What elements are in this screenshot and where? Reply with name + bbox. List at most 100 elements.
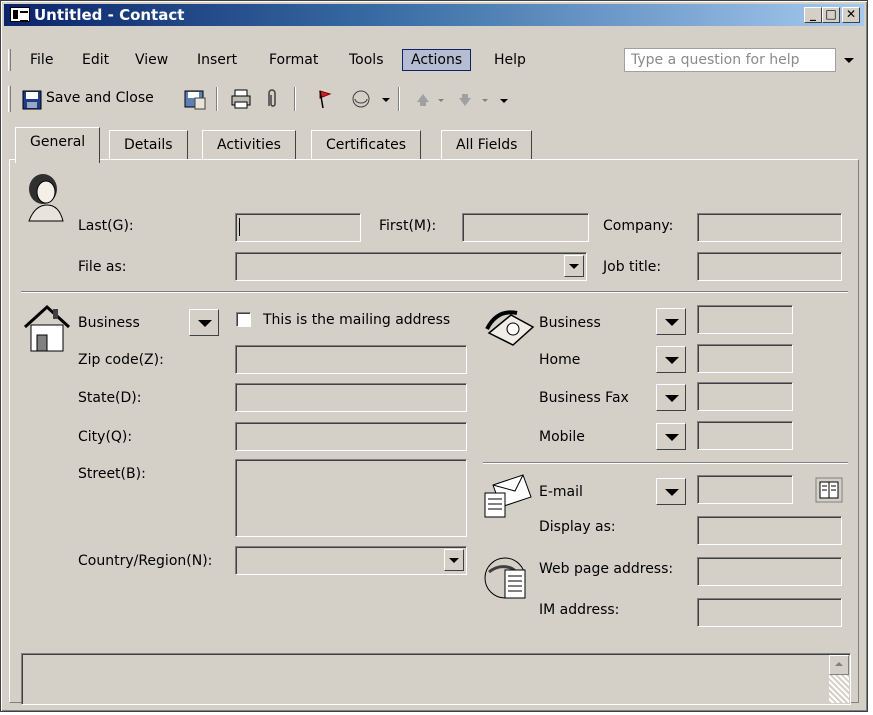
menu-view[interactable]: View xyxy=(135,52,168,68)
notes-scrollbar[interactable] xyxy=(829,655,849,703)
maximize-button[interactable]: □ xyxy=(822,7,840,23)
country-region-label: Country/Region(N): xyxy=(78,553,213,569)
address-type-dropdown-button[interactable] xyxy=(189,309,219,336)
state-label: State(D): xyxy=(78,390,142,406)
email-envelope-icon xyxy=(484,474,532,518)
save-and-close-button[interactable]: Save and Close xyxy=(22,89,162,111)
file-as-combo[interactable] xyxy=(235,252,587,281)
job-title-input[interactable] xyxy=(697,252,842,281)
title-bar[interactable]: Untitled - Contact _ □ ✕ xyxy=(4,4,864,26)
menubar-grip[interactable] xyxy=(8,49,11,71)
telephone-icon xyxy=(485,310,535,346)
phone-mobile-label: Mobile xyxy=(539,429,585,445)
address-book-button[interactable] xyxy=(815,477,843,503)
save-as-contact-icon[interactable] xyxy=(184,88,206,110)
next-item-icon[interactable] xyxy=(456,91,474,109)
city-input[interactable] xyxy=(235,422,467,451)
help-dropdown-icon[interactable] xyxy=(844,58,854,63)
tab-activities[interactable]: Activities xyxy=(202,130,296,160)
web-page-icon xyxy=(484,557,526,599)
printer-icon[interactable] xyxy=(230,88,252,110)
job-title-label: Job title: xyxy=(603,259,662,275)
follow-up-flag-icon[interactable] xyxy=(316,88,334,110)
phone-business-fax-dropdown-button[interactable] xyxy=(656,384,686,411)
phone-home-input[interactable] xyxy=(697,344,793,373)
notes-textarea[interactable] xyxy=(21,653,851,705)
menu-format[interactable]: Format xyxy=(269,52,318,68)
section-divider xyxy=(21,291,848,293)
tab-all-fields[interactable]: All Fields xyxy=(441,130,533,160)
previous-item-icon[interactable] xyxy=(414,91,432,109)
phone-email-divider xyxy=(483,462,848,464)
paperclip-icon[interactable] xyxy=(264,88,280,110)
file-as-dropdown-icon[interactable] xyxy=(564,255,584,277)
mailing-address-label: This is the mailing address xyxy=(263,312,451,328)
address-type-label: Business xyxy=(78,315,140,331)
next-dropdown-icon[interactable] xyxy=(482,99,488,102)
first-name-input[interactable] xyxy=(462,213,589,242)
phone-mobile-dropdown-button[interactable] xyxy=(656,423,686,450)
phone-business-fax-label: Business Fax xyxy=(539,390,629,406)
close-button[interactable]: ✕ xyxy=(842,7,860,23)
floppy-disk-icon xyxy=(22,90,42,110)
activities-icon[interactable] xyxy=(350,88,376,110)
menu-tools[interactable]: Tools xyxy=(349,52,384,68)
window-title: Untitled - Contact xyxy=(34,6,185,24)
house-address-icon xyxy=(23,304,71,352)
display-as-label: Display as: xyxy=(539,519,616,535)
scroll-up-arrow-icon xyxy=(835,662,843,666)
company-label: Company: xyxy=(603,218,674,234)
toolbar-grip[interactable] xyxy=(8,86,11,112)
tab-details[interactable]: Details xyxy=(109,130,188,160)
first-name-label: First(M): xyxy=(379,218,437,234)
phone-business-label: Business xyxy=(539,315,601,331)
text-caret xyxy=(239,218,240,236)
menu-insert[interactable]: Insert xyxy=(197,52,237,68)
state-input[interactable] xyxy=(235,383,467,412)
toolbar-separator xyxy=(398,87,400,111)
phone-home-dropdown-button[interactable] xyxy=(656,346,686,373)
street-label: Street(B): xyxy=(78,466,146,482)
web-page-address-input[interactable] xyxy=(697,557,842,586)
save-and-close-label: Save and Close xyxy=(46,90,154,106)
menu-file[interactable]: File xyxy=(30,52,53,68)
last-name-input[interactable] xyxy=(235,213,361,242)
toolbar: Save and Close xyxy=(4,81,866,117)
minimize-button[interactable]: _ xyxy=(804,7,822,23)
tab-certificates[interactable]: Certificates xyxy=(311,130,422,160)
menu-help[interactable]: Help xyxy=(494,52,526,68)
web-page-address-label: Web page address: xyxy=(539,561,674,577)
street-input[interactable] xyxy=(235,459,467,537)
tab-general[interactable]: General xyxy=(15,127,101,163)
scroll-up-button[interactable] xyxy=(829,655,849,675)
company-input[interactable] xyxy=(697,213,842,242)
im-address-input[interactable] xyxy=(697,598,842,627)
phone-business-dropdown-button[interactable] xyxy=(656,308,686,335)
country-region-combo[interactable] xyxy=(235,546,467,575)
im-address-label: IM address: xyxy=(539,602,620,618)
phone-business-fax-input[interactable] xyxy=(697,382,793,411)
previous-dropdown-icon[interactable] xyxy=(438,99,444,102)
phone-mobile-input[interactable] xyxy=(697,421,793,450)
help-search-input[interactable]: Type a question for help xyxy=(624,48,836,72)
phone-business-input[interactable] xyxy=(697,305,793,334)
mailing-address-checkbox[interactable] xyxy=(236,312,251,327)
city-label: City(Q): xyxy=(78,429,133,445)
menu-actions[interactable]: Actions xyxy=(402,49,472,71)
contact-app-icon[interactable] xyxy=(10,7,30,22)
menu-bar: File Edit View Insert Format Tools Actio… xyxy=(4,45,866,75)
zip-code-label: Zip code(Z): xyxy=(78,352,164,368)
email-input[interactable] xyxy=(697,475,793,504)
display-as-input[interactable] xyxy=(697,516,842,545)
toolbar-separator xyxy=(216,87,218,111)
email-dropdown-button[interactable] xyxy=(656,478,686,505)
toolbar-separator xyxy=(294,87,296,111)
email-label: E-mail xyxy=(539,484,583,500)
toolbar-options-icon[interactable] xyxy=(500,99,508,103)
contact-window: Untitled - Contact _ □ ✕ File Edit View … xyxy=(0,0,868,712)
country-region-dropdown-icon[interactable] xyxy=(444,549,464,571)
last-name-label: Last(G): xyxy=(78,218,134,234)
zip-code-input[interactable] xyxy=(235,345,467,374)
menu-edit[interactable]: Edit xyxy=(82,52,109,68)
activities-dropdown-icon[interactable] xyxy=(382,98,390,102)
